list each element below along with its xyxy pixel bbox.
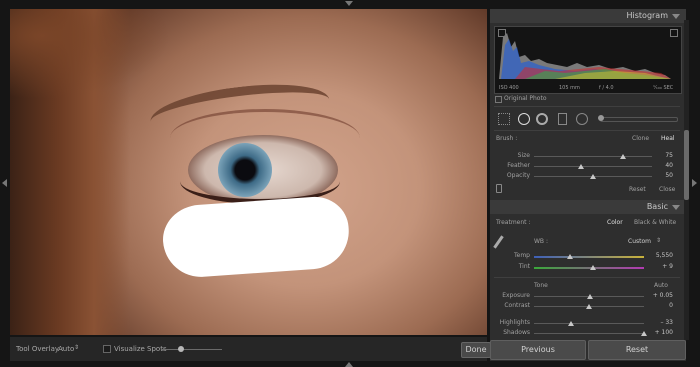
tint-value[interactable]: + 9 [645, 263, 673, 270]
shadow-clipping-icon[interactable] [498, 29, 506, 37]
shadows-value[interactable]: + 100 [645, 329, 673, 336]
original-photo-label: Original Photo [504, 95, 547, 102]
basic-header[interactable]: Basic [490, 200, 686, 214]
feather-value[interactable]: 40 [653, 162, 673, 169]
divider [494, 106, 680, 107]
previous-button[interactable]: Previous [490, 340, 586, 360]
hair-highlight [10, 9, 170, 99]
tool-overlay-dropdown[interactable]: Auto [58, 345, 74, 353]
radial-filter-icon[interactable] [576, 113, 588, 125]
visualize-spots-slider[interactable] [162, 349, 222, 350]
heal-option[interactable]: Heal [661, 135, 675, 142]
wb-dropdown[interactable]: Custom [628, 238, 651, 245]
histogram-header[interactable]: Histogram [490, 9, 686, 23]
iso-value: ISO 400 [499, 85, 519, 91]
temp-slider-thumb[interactable] [567, 254, 574, 259]
brush-close-button[interactable]: Close [659, 186, 675, 193]
adjustment-brush-icon[interactable] [598, 115, 604, 121]
red-eye-tool-icon[interactable] [536, 113, 548, 125]
chevron-updown-icon[interactable]: ⇕ [656, 237, 661, 244]
top-panel-toggle-icon[interactable] [345, 1, 353, 6]
highlights-label: Highlights [499, 319, 530, 326]
temp-value[interactable]: 5,550 [645, 252, 673, 259]
aperture-value: f / 4.0 [599, 85, 614, 91]
divider [494, 277, 680, 278]
tool-overlay-label: Tool Overlay : [16, 345, 64, 353]
contrast-slider-thumb[interactable] [586, 304, 592, 309]
exposure-value[interactable]: + 0.05 [645, 292, 673, 299]
brush-label: Brush : [496, 135, 518, 142]
crop-tool-icon[interactable] [498, 113, 510, 125]
shadows-slider[interactable] [534, 333, 644, 334]
tone-label: Tone [534, 282, 548, 289]
opacity-label: Opacity [506, 172, 530, 179]
adjustment-brush-slider[interactable] [600, 117, 678, 122]
photo-canvas[interactable] [10, 9, 487, 335]
opacity-value[interactable]: 50 [653, 172, 673, 179]
shutter-value: ¹⁄₁₀₀ SEC [653, 85, 674, 91]
basic-title: Basic [646, 202, 668, 211]
heal-brush-spot[interactable] [160, 194, 352, 280]
contrast-value[interactable]: 0 [645, 302, 673, 309]
exposure-slider-thumb[interactable] [587, 294, 594, 299]
tone-auto-button[interactable]: Auto [654, 282, 668, 289]
opacity-slider-thumb[interactable] [590, 174, 596, 179]
clone-option[interactable]: Clone [632, 135, 649, 142]
size-value[interactable]: 75 [653, 152, 673, 159]
white-balance-eyedropper-icon[interactable] [493, 235, 504, 249]
wb-label: WB : [534, 238, 548, 245]
visualize-spots-slider-thumb[interactable] [178, 346, 184, 352]
histogram-graph: ISO 400 105 mm f / 4.0 ¹⁄₁₀₀ SEC [494, 26, 682, 94]
reset-button[interactable]: Reset [588, 340, 686, 360]
feather-slider[interactable] [534, 166, 652, 167]
highlight-clipping-icon[interactable] [670, 29, 678, 37]
spot-removal-tool-icon[interactable] [518, 113, 530, 125]
divider [494, 130, 680, 131]
treatment-color-option[interactable]: Color [607, 219, 623, 226]
feather-label: Feather [507, 162, 530, 169]
visualize-spots-label: Visualize Spots [114, 345, 167, 353]
right-panel-toggle-icon[interactable] [692, 179, 697, 187]
bottom-panel-toggle-icon[interactable] [345, 362, 353, 367]
temp-label: Temp [514, 252, 530, 259]
brush-reset-button[interactable]: Reset [629, 186, 646, 193]
temp-slider[interactable] [534, 256, 644, 258]
highlights-value[interactable]: – 33 [645, 319, 673, 326]
shadows-label: Shadows [503, 329, 530, 336]
visualize-spots-checkbox[interactable] [103, 345, 111, 353]
panel-scrollbar[interactable] [684, 20, 689, 340]
collapse-triangle-icon[interactable] [672, 205, 680, 210]
graduated-filter-icon[interactable] [558, 113, 567, 125]
original-photo-checkbox[interactable] [495, 96, 502, 103]
highlights-slider[interactable] [534, 323, 644, 324]
collapse-triangle-icon[interactable] [672, 14, 680, 19]
panel-scrollbar-thumb[interactable] [684, 130, 689, 200]
highlights-slider-thumb[interactable] [568, 321, 575, 326]
treatment-label: Treatment : [496, 219, 531, 226]
develop-right-panel: Histogram ISO 400 105 mm f / 4.0 ¹⁄₁₀₀ S… [490, 9, 686, 361]
size-label: Size [517, 152, 530, 159]
chevron-updown-icon[interactable]: ⇕ [74, 344, 79, 351]
tint-label: Tint [518, 263, 530, 270]
histogram-title: Histogram [626, 11, 669, 20]
contrast-label: Contrast [504, 302, 530, 309]
exposure-label: Exposure [502, 292, 530, 299]
feather-slider-thumb[interactable] [578, 164, 585, 169]
focal-length-value: 105 mm [559, 85, 580, 91]
size-slider-thumb[interactable] [619, 154, 626, 159]
tint-slider-thumb[interactable] [590, 265, 597, 270]
left-panel-toggle-icon[interactable] [2, 179, 7, 187]
tool-overlay-bar: Tool Overlay : Auto ⇕ Visualize Spots Do… [10, 337, 491, 361]
treatment-bw-option[interactable]: Black & White [634, 219, 676, 226]
tint-slider[interactable] [534, 267, 644, 269]
size-slider[interactable] [534, 156, 652, 157]
done-button[interactable]: Done [461, 342, 491, 358]
brush-mask-toggle-icon[interactable] [496, 184, 502, 193]
